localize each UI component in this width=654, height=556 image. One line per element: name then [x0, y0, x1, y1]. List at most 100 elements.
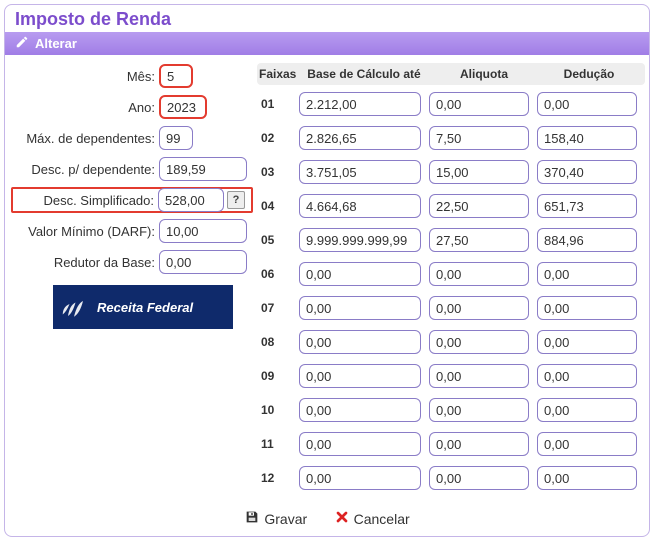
deducao-input[interactable]: [537, 92, 637, 116]
base-input[interactable]: [299, 296, 421, 320]
desc-simplificado-input[interactable]: [158, 188, 224, 212]
col-deducao: Dedução: [539, 63, 639, 85]
base-input[interactable]: [299, 194, 421, 218]
faixa-number: 06: [257, 267, 299, 281]
table-row: 07: [257, 295, 645, 321]
desc-simplificado-label: Desc. Simplificado:: [14, 193, 158, 208]
faixa-number: 08: [257, 335, 299, 349]
deducao-input[interactable]: [537, 466, 637, 490]
redutor-base-input[interactable]: [159, 250, 247, 274]
ano-label: Ano:: [13, 100, 159, 115]
desc-dependente-label: Desc. p/ dependente:: [13, 162, 159, 177]
subheader-text: Alterar: [35, 36, 77, 51]
faixa-number: 04: [257, 199, 299, 213]
form-column: Mês: Ano: Máx. de dependentes: Desc. p/ …: [13, 63, 253, 499]
faixa-number: 07: [257, 301, 299, 315]
aliquota-input[interactable]: [429, 364, 529, 388]
aliquota-input[interactable]: [429, 228, 529, 252]
page-title: Imposto de Renda: [5, 5, 649, 32]
deducao-input[interactable]: [537, 296, 637, 320]
table-row: 03: [257, 159, 645, 185]
aliquota-input[interactable]: [429, 398, 529, 422]
help-button[interactable]: ?: [227, 191, 245, 209]
aliquota-input[interactable]: [429, 160, 529, 184]
footer: Gravar Cancelar: [5, 503, 649, 536]
faixa-number: 05: [257, 233, 299, 247]
base-input[interactable]: [299, 364, 421, 388]
edit-icon: [15, 35, 29, 52]
base-input[interactable]: [299, 432, 421, 456]
faixa-number: 01: [257, 97, 299, 111]
redutor-base-label: Redutor da Base:: [13, 255, 159, 270]
save-icon: [244, 509, 260, 528]
subheader: Alterar: [5, 32, 649, 55]
faixa-number: 12: [257, 471, 299, 485]
valor-minimo-input[interactable]: [159, 219, 247, 243]
cancelar-button[interactable]: Cancelar: [328, 507, 416, 530]
table-row: 10: [257, 397, 645, 423]
deducao-input[interactable]: [537, 364, 637, 388]
table-row: 06: [257, 261, 645, 287]
table-row: 05: [257, 227, 645, 253]
receita-federal-icon: [57, 290, 91, 324]
col-aliquota: Aliquota: [429, 63, 539, 85]
base-input[interactable]: [299, 126, 421, 150]
faixa-number: 11: [257, 437, 299, 451]
desc-dependente-input[interactable]: [159, 157, 247, 181]
receita-federal-logo: Receita Federal: [53, 285, 233, 329]
base-input[interactable]: [299, 262, 421, 286]
deducao-input[interactable]: [537, 398, 637, 422]
max-dependentes-input[interactable]: [159, 126, 193, 150]
table-row: 12: [257, 465, 645, 491]
aliquota-input[interactable]: [429, 126, 529, 150]
base-input[interactable]: [299, 398, 421, 422]
table-row: 01: [257, 91, 645, 117]
ano-input[interactable]: [159, 95, 207, 119]
base-input[interactable]: [299, 330, 421, 354]
cancel-icon: [334, 509, 350, 528]
faixa-number: 10: [257, 403, 299, 417]
content-area: Mês: Ano: Máx. de dependentes: Desc. p/ …: [5, 55, 649, 503]
aliquota-input[interactable]: [429, 296, 529, 320]
table-row: 11: [257, 431, 645, 457]
table-body: 01 02 03 04 05 06 07 08 09 10 11 12: [257, 91, 645, 491]
deducao-input[interactable]: [537, 194, 637, 218]
table-row: 02: [257, 125, 645, 151]
aliquota-input[interactable]: [429, 194, 529, 218]
desc-simplificado-row: Desc. Simplificado: ?: [11, 187, 253, 213]
faixa-number: 03: [257, 165, 299, 179]
aliquota-input[interactable]: [429, 330, 529, 354]
aliquota-input[interactable]: [429, 466, 529, 490]
aliquota-input[interactable]: [429, 262, 529, 286]
aliquota-input[interactable]: [429, 92, 529, 116]
gravar-button[interactable]: Gravar: [238, 507, 313, 530]
table-column: Faixas Base de Cálculo até Aliquota Dedu…: [257, 63, 645, 499]
deducao-input[interactable]: [537, 126, 637, 150]
mes-input[interactable]: [159, 64, 193, 88]
mes-label: Mês:: [13, 69, 159, 84]
base-input[interactable]: [299, 160, 421, 184]
col-base: Base de Cálculo até: [299, 63, 429, 85]
deducao-input[interactable]: [537, 262, 637, 286]
table-row: 04: [257, 193, 645, 219]
aliquota-input[interactable]: [429, 432, 529, 456]
deducao-input[interactable]: [537, 330, 637, 354]
deducao-input[interactable]: [537, 160, 637, 184]
gravar-label: Gravar: [264, 511, 307, 527]
col-faixas: Faixas: [257, 63, 299, 85]
table-header: Faixas Base de Cálculo até Aliquota Dedu…: [257, 63, 645, 85]
deducao-input[interactable]: [537, 228, 637, 252]
base-input[interactable]: [299, 92, 421, 116]
table-row: 08: [257, 329, 645, 355]
faixa-number: 09: [257, 369, 299, 383]
valor-minimo-label: Valor Mínimo (DARF):: [13, 224, 159, 239]
faixa-number: 02: [257, 131, 299, 145]
cancelar-label: Cancelar: [354, 511, 410, 527]
base-input[interactable]: [299, 466, 421, 490]
deducao-input[interactable]: [537, 432, 637, 456]
logo-text: Receita Federal: [97, 300, 193, 315]
base-input[interactable]: [299, 228, 421, 252]
max-dependentes-label: Máx. de dependentes:: [13, 131, 159, 146]
table-row: 09: [257, 363, 645, 389]
main-panel: Imposto de Renda Alterar Mês: Ano: Máx. …: [4, 4, 650, 537]
